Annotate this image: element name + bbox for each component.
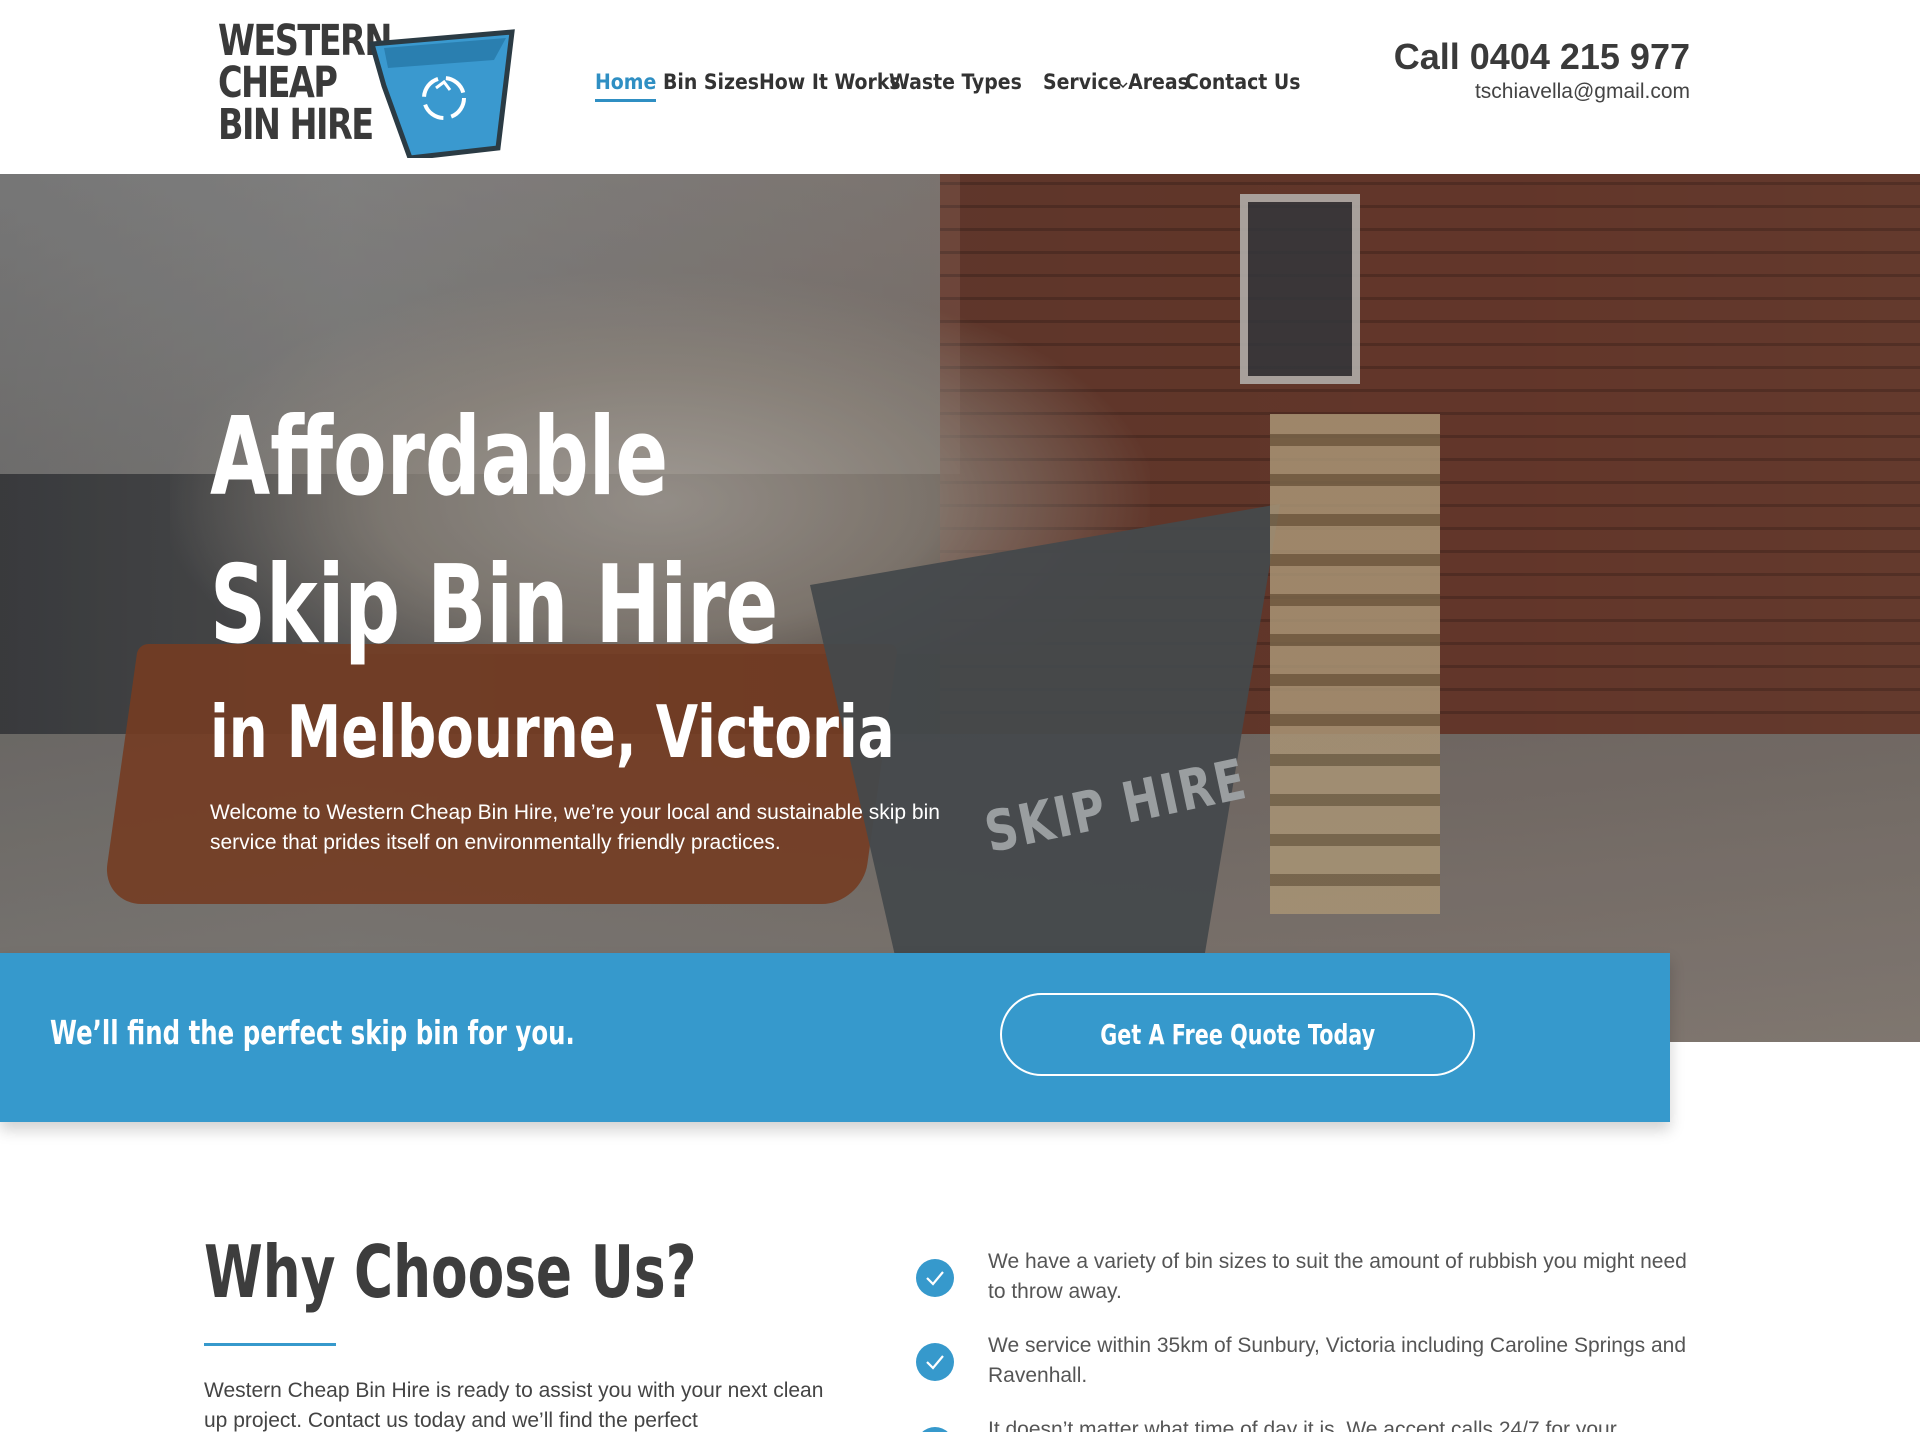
hero-title-line-1: Affordable [210,395,669,520]
nav-how-it-works[interactable]: How It Works [759,70,901,94]
benefits-list: We have a variety of bin sizes to suit t… [916,1247,1706,1432]
logo-text: WESTERN CHEAP BIN HIRE [218,16,392,150]
benefit-text: We have a variety of bin sizes to suit t… [988,1250,1687,1303]
why-paragraph: Western Cheap Bin Hire is ready to assis… [204,1379,824,1432]
list-item: It doesn’t matter what time of day it is… [916,1415,1706,1432]
phone-link[interactable]: Call 0404 215 977 [1394,36,1690,78]
hero-title-line-3: in Melbourne, Victoria [210,690,895,774]
list-item: We have a variety of bin sizes to suit t… [916,1247,1706,1307]
logo-line-1: WESTERN [218,16,392,66]
benefit-text: We service within 35km of Sunbury, Victo… [988,1334,1687,1387]
skip-bin-logo-icon [368,29,515,158]
hero-section: SKIP HIRE Affordable Skip Bin Hire in Me… [0,174,1920,1042]
why-choose-us-heading: Why Choose Us? [204,1230,697,1314]
logo-line-3: BIN HIRE [218,100,374,150]
check-icon [916,1259,954,1297]
hero-title-line-2: Skip Bin Hire [210,543,779,668]
check-icon [916,1343,954,1381]
list-item: We service within 35km of Sunbury, Victo… [916,1331,1706,1391]
hero-content: Affordable Skip Bin Hire in Melbourne, V… [210,384,1010,858]
nav-bin-sizes[interactable]: Bin Sizes [663,70,759,94]
check-icon [916,1427,954,1432]
cta-band: We’ll find the perfect skip bin for you.… [0,953,1670,1122]
heading-divider [204,1343,336,1346]
hero-description: Welcome to Western Cheap Bin Hire, we’re… [210,801,940,854]
email-link[interactable]: tschiavella@gmail.com [1394,80,1690,104]
main-nav: Home Bin Sizes How It Works Waste Types … [595,70,1300,94]
site-logo[interactable]: WESTERN CHEAP BIN HIRE [218,16,516,158]
nav-contact-us[interactable]: Contact Us [1185,70,1300,94]
nav-service-areas[interactable]: Service Areas [1043,70,1189,94]
header-contact: Call 0404 215 977 tschiavella@gmail.com [1394,36,1690,104]
logo-line-2: CHEAP [218,58,338,108]
cta-text: We’ll find the perfect skip bin for you. [50,1013,575,1052]
free-quote-button-label: Get A Free Quote Today [1100,1018,1375,1051]
free-quote-button[interactable]: Get A Free Quote Today [1000,993,1475,1076]
site-header: WESTERN CHEAP BIN HIRE Home Bin Sizes Ho… [0,0,1920,174]
benefit-text: It doesn’t matter what time of day it is… [988,1418,1617,1432]
nav-waste-types[interactable]: Waste Types [889,70,1022,94]
nav-home[interactable]: Home [595,70,656,94]
